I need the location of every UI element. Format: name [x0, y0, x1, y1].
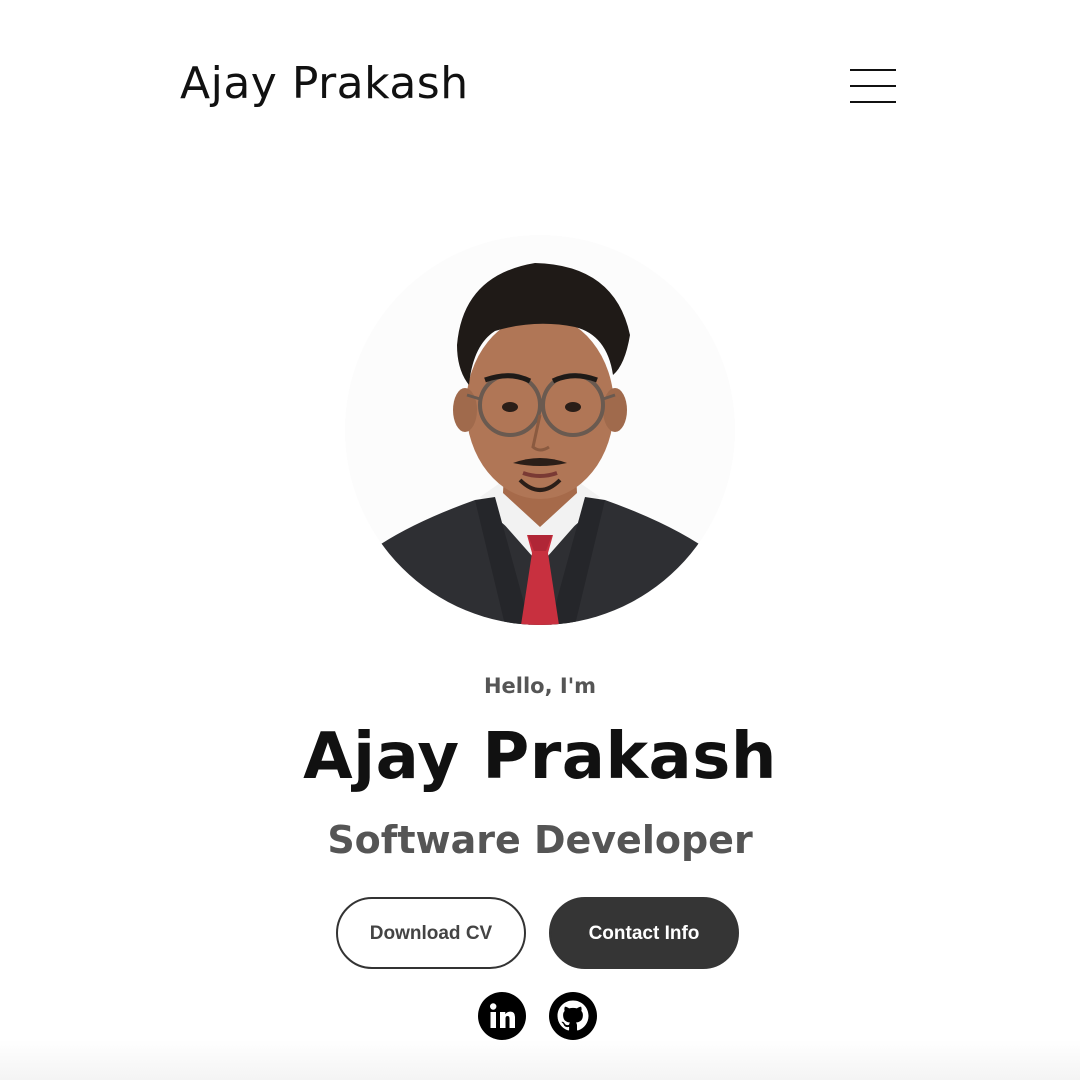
profile-title: Software Developer: [327, 818, 753, 862]
greeting-text: Hello, I'm: [483, 674, 597, 698]
linkedin-icon[interactable]: [478, 992, 526, 1040]
download-cv-button[interactable]: Download CV: [336, 897, 526, 969]
github-icon[interactable]: [549, 992, 597, 1040]
hamburger-line: [850, 69, 896, 71]
page: Ajay Prakash Hello, I'm Ajay Prakash Sof…: [0, 0, 1080, 1080]
top-nav: Ajay Prakash: [180, 55, 900, 125]
profile-name: Ajay Prakash: [303, 720, 777, 794]
profile-photo: [345, 235, 735, 625]
profile-photo-illustration: [345, 235, 735, 625]
hamburger-menu-icon[interactable]: [850, 67, 896, 107]
site-logo[interactable]: Ajay Prakash: [180, 58, 469, 109]
hamburger-line: [850, 101, 896, 103]
hamburger-line: [850, 85, 896, 87]
contact-info-button[interactable]: Contact Info: [549, 897, 739, 969]
